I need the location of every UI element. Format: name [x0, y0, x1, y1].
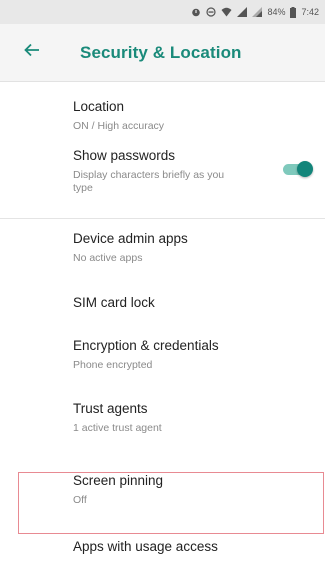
setting-summary: Phone encrypted [73, 359, 153, 371]
dnd-icon [206, 7, 217, 17]
battery-percent: 84% [267, 7, 286, 17]
setting-title: Location [73, 99, 125, 114]
setting-trust-agents[interactable]: Trust agents 1 active trust agent [0, 394, 325, 460]
setting-summary: Off [73, 494, 87, 506]
setting-summary: Display characters briefly as you type [73, 169, 225, 194]
battery-icon [290, 6, 297, 18]
setting-device-admin-apps[interactable]: Device admin apps No active apps [0, 219, 325, 285]
setting-encryption-credentials[interactable]: Encryption & credentials Phone encrypted [0, 328, 325, 394]
page-title: Security & Location [80, 42, 242, 62]
arrow-back-icon [24, 43, 40, 62]
setting-summary: ON / High accuracy [73, 120, 165, 132]
show-passwords-toggle[interactable] [283, 161, 313, 177]
back-button[interactable] [8, 29, 56, 77]
setting-show-passwords[interactable]: Show passwords Display characters briefl… [0, 138, 325, 218]
setting-title: Encryption & credentials [73, 338, 219, 353]
setting-title: Show passwords [73, 148, 176, 163]
signal-icon [237, 7, 248, 17]
settings-list: Location ON / High accuracy Show passwor… [0, 82, 325, 562]
status-icons: 84% 7:42 [191, 6, 319, 18]
setting-sim-card-lock[interactable]: SIM card lock [0, 285, 325, 328]
wifi-icon [221, 7, 232, 17]
setting-title: Trust agents [73, 401, 148, 416]
setting-screen-pinning[interactable]: Screen pinning Off [0, 460, 325, 522]
setting-title: Apps with usage access [73, 539, 218, 554]
setting-summary: No active apps [73, 252, 143, 264]
setting-apps-usage-access[interactable]: Apps with usage access [0, 522, 325, 562]
clock: 7:42 [301, 7, 319, 17]
app-bar: Security & Location [0, 24, 325, 82]
status-bar: 84% 7:42 [0, 0, 325, 24]
setting-title: Screen pinning [73, 473, 164, 488]
setting-summary: 1 active trust agent [73, 422, 162, 434]
alarm-icon [191, 7, 201, 17]
setting-title: Device admin apps [73, 231, 188, 246]
setting-location[interactable]: Location ON / High accuracy [0, 82, 325, 138]
signal-icon [252, 7, 263, 17]
setting-title: SIM card lock [73, 295, 155, 310]
toggle-thumb [297, 161, 313, 177]
